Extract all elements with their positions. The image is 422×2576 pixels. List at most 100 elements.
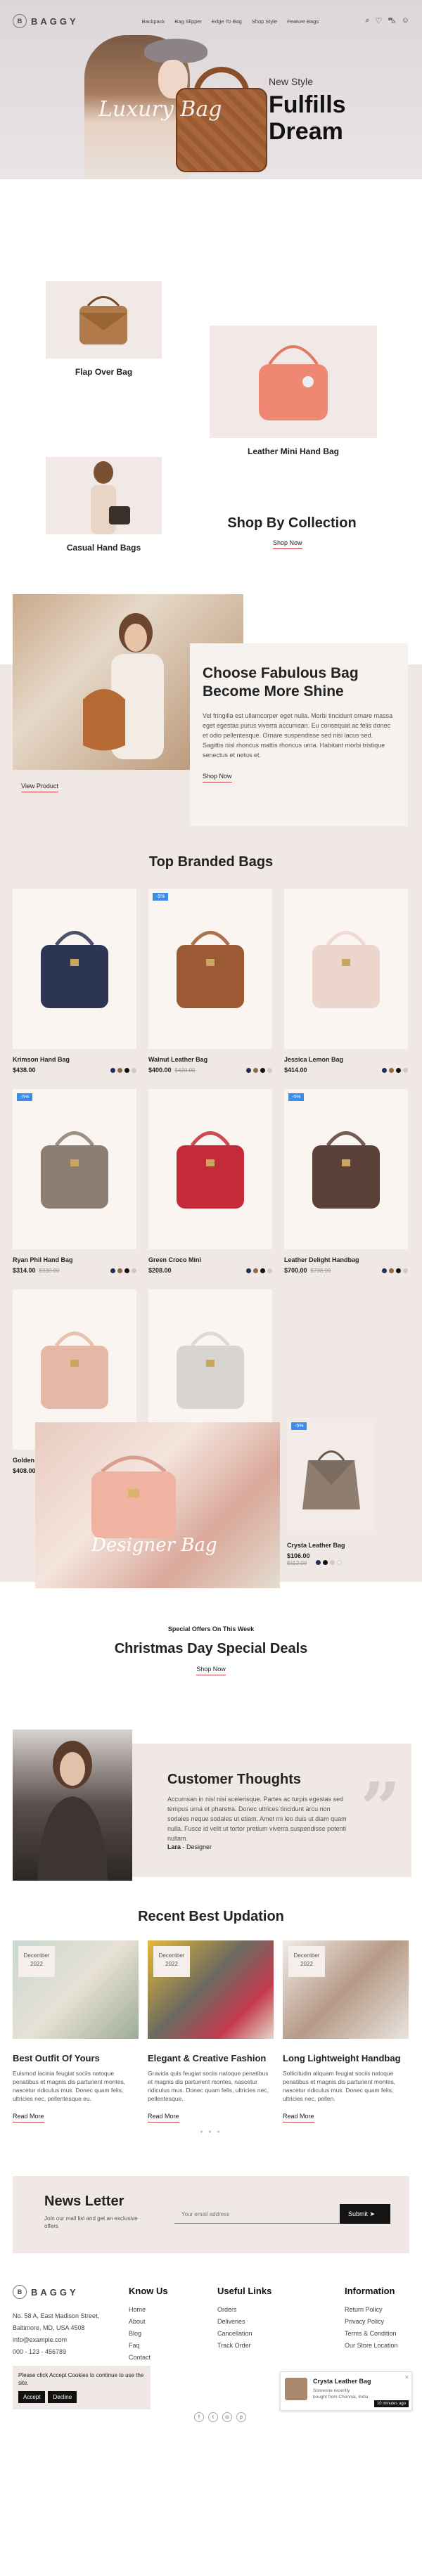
read-more-link[interactable]: Read More (13, 2113, 44, 2123)
facebook-icon[interactable]: f (194, 2412, 204, 2422)
color-swatch[interactable] (132, 1268, 136, 1273)
footer-link-home[interactable]: Home (129, 2304, 168, 2316)
nav-item-backpack[interactable]: Backpack (142, 18, 165, 25)
footer-logo[interactable]: B BAGGY (13, 2285, 99, 2299)
swatch-beige[interactable] (329, 1560, 335, 1565)
category-label-casual[interactable]: Casual Hand Bags (46, 543, 162, 553)
color-swatch[interactable] (403, 1067, 408, 1073)
search-icon[interactable]: ⌕ (365, 16, 369, 26)
product-name[interactable]: Walnut Leather Bag (148, 1056, 272, 1063)
category-label-leather-mini[interactable]: Leather Mini Hand Bag (210, 446, 377, 456)
product-card[interactable]: -5% Ryan Phil Hand Bag $314.00 $330.00 (13, 1089, 136, 1274)
instagram-icon[interactable]: ◎ (222, 2412, 232, 2422)
color-swatch[interactable] (389, 1067, 394, 1073)
footer-phone[interactable]: 000 - 123 - 456789 (13, 2346, 99, 2358)
swatch-black[interactable] (322, 1560, 328, 1565)
blog-post-title[interactable]: Best Outfit Of Yours (13, 2053, 139, 2063)
designer-banner[interactable]: Designer Bag (35, 1422, 280, 1588)
nav-item-edge-to-bag[interactable]: Edge To Bag (212, 18, 242, 25)
footer-link-deliveries[interactable]: Deliveries (217, 2316, 271, 2328)
color-swatch[interactable] (253, 1067, 258, 1073)
close-icon[interactable]: × (405, 2374, 409, 2381)
wishlist-icon[interactable]: ♡ (376, 16, 383, 26)
product-card[interactable]: -5% Walnut Leather Bag $400.00 $420.00 (148, 889, 272, 1074)
product-image[interactable]: -5% (284, 1089, 408, 1249)
crysta-product-image[interactable]: -5% (287, 1418, 376, 1535)
color-swatch[interactable] (267, 1268, 272, 1273)
color-swatch[interactable] (124, 1268, 129, 1273)
blog-post-title[interactable]: Long Lightweight Handbag (283, 2053, 409, 2063)
footer-link-contact[interactable]: Contact (129, 2352, 168, 2364)
product-name[interactable]: Leather Delight Handbag (284, 1256, 408, 1263)
product-image[interactable]: -5% (148, 889, 272, 1049)
footer-link-faq[interactable]: Faq (129, 2340, 168, 2352)
swatch-white[interactable] (336, 1560, 342, 1565)
read-more-link[interactable]: Read More (148, 2113, 179, 2123)
color-swatch[interactable] (389, 1268, 394, 1273)
color-swatch[interactable] (117, 1268, 122, 1273)
product-name[interactable]: Green Croco Mini (148, 1256, 272, 1263)
nav-item-shop-style[interactable]: Shop Style (252, 18, 277, 25)
product-image[interactable]: -5% (13, 1089, 136, 1249)
product-name[interactable]: Ryan Phil Hand Bag (13, 1256, 136, 1263)
fabulous-shop-link[interactable]: Shop Now (203, 773, 232, 783)
crysta-product-card[interactable]: -5% Crysta Leather Bag $106.00 $112.00 (287, 1418, 376, 1566)
product-card[interactable]: Jessica Lemon Bag $414.00 (284, 889, 408, 1074)
crysta-name[interactable]: Crysta Leather Bag (287, 1542, 376, 1549)
footer-link-orders[interactable]: Orders (217, 2304, 271, 2316)
twitter-icon[interactable]: t (208, 2412, 218, 2422)
cookie-accept-button[interactable]: Accept (18, 2391, 46, 2403)
nav-item-bag-slipper[interactable]: Bag Slipper (174, 18, 202, 25)
product-image[interactable] (13, 889, 136, 1049)
carousel-dots[interactable]: ● ● ● (0, 2130, 422, 2134)
cart-icon[interactable]: ⛍ (388, 16, 395, 26)
footer-email[interactable]: info@example.com (13, 2334, 99, 2346)
product-card[interactable]: Krimson Hand Bag $438.00 (13, 889, 136, 1074)
color-swatch[interactable] (260, 1067, 265, 1073)
shop-now-button[interactable]: Shop Now (273, 539, 302, 549)
color-swatch[interactable] (124, 1067, 129, 1073)
xmas-shop-link[interactable]: Shop Now (196, 1666, 226, 1675)
product-image[interactable] (148, 1089, 272, 1249)
color-swatch[interactable] (246, 1268, 251, 1273)
cookie-decline-button[interactable]: Decline (48, 2391, 77, 2403)
blog-post-image[interactable]: December 2022 (148, 1940, 274, 2039)
product-card[interactable]: Green Croco Mini $208.00 (148, 1089, 272, 1274)
product-name[interactable]: Jessica Lemon Bag (284, 1056, 408, 1063)
nav-item-feature-bags[interactable]: Feature Bags (287, 18, 319, 25)
footer-link-track[interactable]: Track Order (217, 2340, 271, 2352)
color-swatch[interactable] (382, 1268, 387, 1273)
footer-link-terms[interactable]: Terms & Condition (345, 2328, 398, 2340)
footer-link-cancellation[interactable]: Cancellation (217, 2328, 271, 2340)
color-swatch[interactable] (403, 1268, 408, 1273)
color-swatch[interactable] (110, 1268, 115, 1273)
user-icon[interactable]: ☺ (402, 16, 409, 26)
swatch-navy[interactable] (315, 1560, 321, 1565)
blog-post-image[interactable]: December 2022 (13, 1940, 139, 2039)
product-name[interactable]: Krimson Hand Bag (13, 1056, 136, 1063)
newsletter-email-field[interactable]: Your email address (174, 2204, 343, 2224)
product-image[interactable] (284, 889, 408, 1049)
color-swatch[interactable] (396, 1067, 401, 1073)
newsletter-submit-button[interactable]: Submit ➤ (340, 2204, 390, 2224)
logo[interactable]: B BAGGY (13, 14, 79, 28)
footer-link-privacy[interactable]: Privacy Policy (345, 2316, 398, 2328)
blog-post-title[interactable]: Elegant & Creative Fashion (148, 2053, 274, 2063)
footer-link-return[interactable]: Return Policy (345, 2304, 398, 2316)
casual-bag-image[interactable] (46, 457, 162, 534)
color-swatch[interactable] (246, 1067, 251, 1073)
color-swatch[interactable] (396, 1268, 401, 1273)
footer-link-blog[interactable]: Blog (129, 2328, 168, 2340)
read-more-link[interactable]: Read More (283, 2113, 314, 2123)
color-swatch[interactable] (382, 1067, 387, 1073)
color-swatch[interactable] (110, 1067, 115, 1073)
view-product-button[interactable]: View Product (21, 783, 58, 792)
flap-over-bag-image[interactable] (46, 281, 162, 359)
footer-link-store[interactable]: Our Store Location (345, 2340, 398, 2352)
color-swatch[interactable] (260, 1268, 265, 1273)
pinterest-icon[interactable]: p (236, 2412, 246, 2422)
footer-link-about[interactable]: About (129, 2316, 168, 2328)
leather-mini-image[interactable] (210, 326, 377, 438)
color-swatch[interactable] (117, 1067, 122, 1073)
color-swatch[interactable] (253, 1268, 258, 1273)
